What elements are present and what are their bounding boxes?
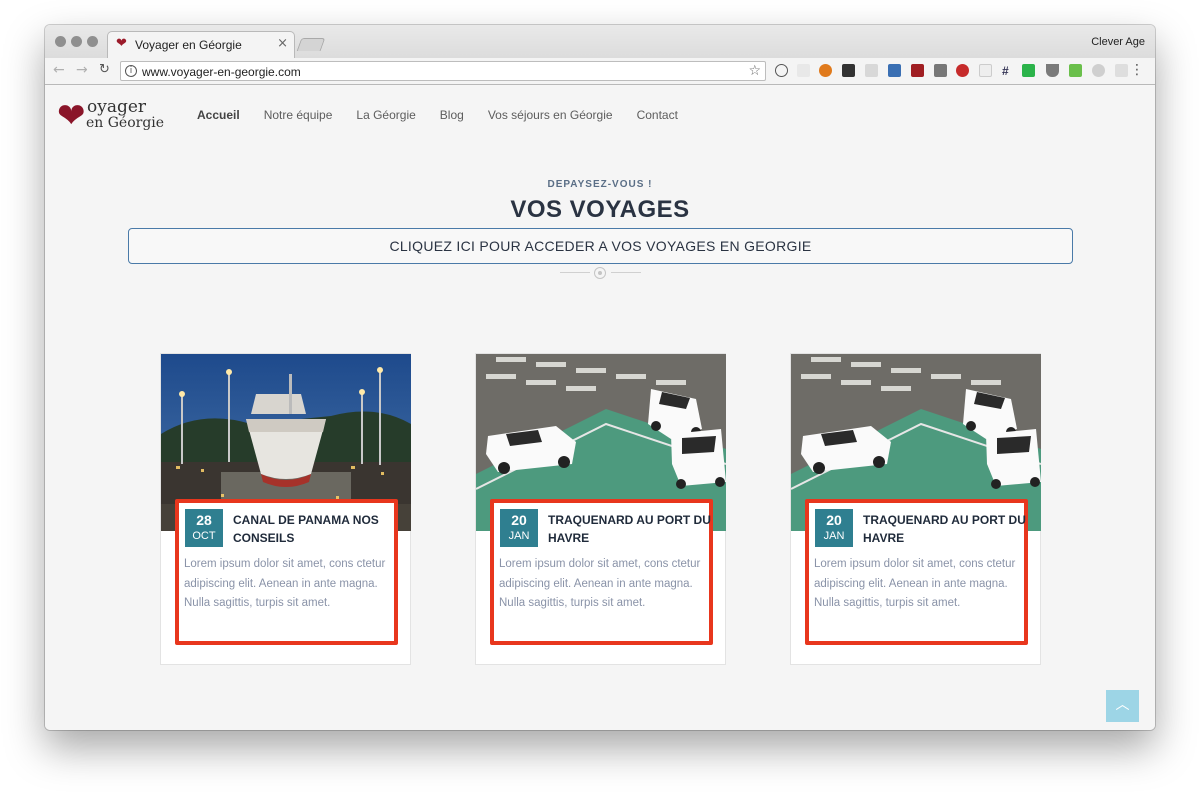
card-highlight-box: 20 JAN TRAQUENARD AU PORT DU HAVRE Lorem… <box>490 499 713 645</box>
divider-ornament-icon <box>594 267 606 279</box>
date-month: JAN <box>823 530 845 542</box>
web-page: ❤ oyager en Géorgie Accueil Notre équipe… <box>45 86 1155 730</box>
browser-toolbar: ← → ↻ i www.voyager-en-georgie.com ☆ # ⋮ <box>45 58 1155 85</box>
extension-green-icon[interactable] <box>1069 64 1082 77</box>
reload-icon[interactable]: ↻ <box>99 62 110 77</box>
voyages-cta-button[interactable]: CLIQUEZ ICI POUR ACCEDER A VOS VOYAGES E… <box>128 228 1073 264</box>
tab-voyager[interactable]: ❤ Voyager en Géorgie × <box>107 31 295 58</box>
zoom-window-icon[interactable] <box>87 36 98 47</box>
extension-lastpass-icon[interactable] <box>956 64 969 77</box>
date-badge: 20 JAN <box>500 509 538 547</box>
url-text[interactable]: www.voyager-en-georgie.com <box>142 65 301 79</box>
trip-card[interactable]: 20 JAN TRAQUENARD AU PORT DU HAVRE Lorem… <box>790 353 1041 665</box>
extension-page-icon[interactable] <box>979 64 992 77</box>
extension-grid-icon[interactable] <box>934 64 947 77</box>
nav-vos-sejours[interactable]: Vos séjours en Géorgie <box>488 108 613 122</box>
chevron-up-icon: ︿ <box>1115 697 1130 713</box>
card-highlight-box: 28 OCT CANAL DE PANAMA NOS CONSEILS Lore… <box>175 499 398 645</box>
nav-la-georgie[interactable]: La Géorgie <box>356 108 415 122</box>
favicon-heart-icon: ❤ <box>116 36 127 51</box>
main-navigation: Accueil Notre équipe La Géorgie Blog Vos… <box>197 108 678 122</box>
nav-accueil[interactable]: Accueil <box>197 108 240 122</box>
date-day: 20 <box>511 512 527 528</box>
extension-window-icon[interactable] <box>1115 64 1128 77</box>
divider-right <box>611 272 641 273</box>
extension-film-icon[interactable] <box>888 64 901 77</box>
back-icon[interactable]: ← <box>53 62 65 78</box>
date-day: 20 <box>826 512 842 528</box>
forward-icon[interactable]: → <box>76 62 88 78</box>
nav-blog[interactable]: Blog <box>440 108 464 122</box>
extension-ruler-icon[interactable] <box>865 64 878 77</box>
card-title[interactable]: TRAQUENARD AU PORT DU HAVRE <box>548 511 712 547</box>
extension-firefox-icon[interactable] <box>819 64 832 77</box>
logo-text-line1: oyager <box>87 97 147 117</box>
extension-circle-icon[interactable] <box>1092 64 1105 77</box>
nav-contact[interactable]: Contact <box>637 108 678 122</box>
card-excerpt: Lorem ipsum dolor sit amet, cons ctetur … <box>184 558 386 609</box>
new-tab-button[interactable] <box>296 38 326 51</box>
trip-card[interactable]: 28 OCT CANAL DE PANAMA NOS CONSEILS Lore… <box>160 353 411 665</box>
extension-hashtag-icon[interactable]: # <box>1002 64 1015 78</box>
site-logo[interactable]: ❤ oyager en Géorgie <box>57 96 164 136</box>
section-title: VOS VOYAGES <box>510 196 690 223</box>
extension-badge-icon[interactable] <box>1022 64 1035 77</box>
tab-title: Voyager en Géorgie <box>135 38 242 52</box>
date-month: OCT <box>192 530 216 542</box>
info-icon[interactable]: i <box>125 65 137 77</box>
date-badge: 20 JAN <box>815 509 853 547</box>
extension-shield-icon[interactable] <box>797 64 810 77</box>
tab-strip: ❤ Voyager en Géorgie × Clever Age <box>45 25 1155 58</box>
card-excerpt: Lorem ipsum dolor sit amet, cons ctetur … <box>499 558 701 609</box>
date-month: JAN <box>508 530 530 542</box>
card-title[interactable]: TRAQUENARD AU PORT DU HAVRE <box>863 511 1027 547</box>
trip-card[interactable]: 20 JAN TRAQUENARD AU PORT DU HAVRE Lorem… <box>475 353 726 665</box>
browser-window: ❤ Voyager en Géorgie × Clever Age ← → ↻ … <box>45 25 1155 730</box>
scroll-to-top-button[interactable]: ︿ <box>1106 690 1139 722</box>
logo-text-line2: en Géorgie <box>86 115 165 131</box>
section-kicker: DEPAYSEZ-VOUS ! <box>547 179 653 190</box>
card-title[interactable]: CANAL DE PANAMA NOS CONSEILS <box>233 511 397 547</box>
close-window-icon[interactable] <box>55 36 66 47</box>
address-bar[interactable]: i www.voyager-en-georgie.com ☆ <box>120 61 766 81</box>
bookmark-star-icon[interactable]: ☆ <box>748 63 761 79</box>
extension-info-icon[interactable] <box>775 64 788 77</box>
card-highlight-box: 20 JAN TRAQUENARD AU PORT DU HAVRE Lorem… <box>805 499 1028 645</box>
date-day: 28 <box>196 512 212 528</box>
extension-incognito-icon[interactable] <box>842 64 855 77</box>
date-badge: 28 OCT <box>185 509 223 547</box>
divider-left <box>560 272 590 273</box>
logo-heart-icon: ❤ <box>57 96 86 136</box>
nav-notre-equipe[interactable]: Notre équipe <box>264 108 333 122</box>
extension-ublock-icon[interactable] <box>911 64 924 77</box>
minimize-window-icon[interactable] <box>71 36 82 47</box>
browser-menu-icon[interactable]: ⋮ <box>1130 62 1144 78</box>
profile-name[interactable]: Clever Age <box>1091 36 1145 48</box>
card-excerpt: Lorem ipsum dolor sit amet, cons ctetur … <box>814 558 1016 609</box>
tab-close-icon[interactable]: × <box>277 37 288 51</box>
extension-filter-icon[interactable] <box>1046 64 1059 77</box>
